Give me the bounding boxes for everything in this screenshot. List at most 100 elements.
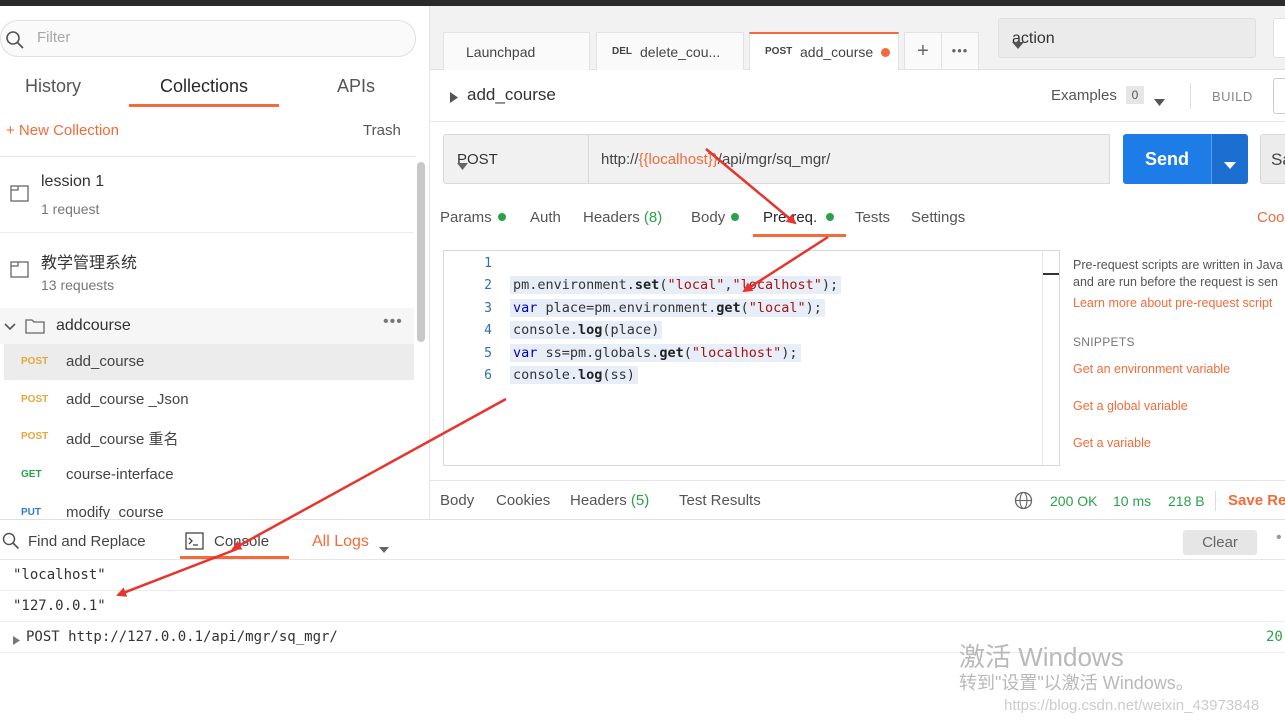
tab-auth[interactable]: Auth <box>530 209 561 226</box>
tab-settings[interactable]: Settings <box>911 209 965 226</box>
tab-tests[interactable]: Tests <box>855 209 890 226</box>
tab-apis[interactable]: APIs <box>337 76 375 97</box>
request-tab-bar: Launchpad DEL delete_cou... POST add_cou… <box>430 6 1285 70</box>
console-tab[interactable]: Console <box>214 533 269 550</box>
more-options-icon[interactable]: ••• <box>383 313 403 331</box>
caret-down-icon[interactable] <box>379 540 389 556</box>
collection-item[interactable]: lession 1 1 request <box>0 157 414 233</box>
search-icon <box>5 30 25 53</box>
tab-test-results[interactable]: Test Results <box>679 492 761 509</box>
request-item[interactable]: GET course-interface <box>4 457 414 493</box>
learn-more-link[interactable]: Learn more about pre-request script <box>1073 296 1272 310</box>
code-line: var ss=pm.globals.get("localhost"); <box>510 344 801 362</box>
trash-button[interactable]: Trash <box>363 122 401 139</box>
new-collection-button[interactable]: + New Collection <box>6 122 119 139</box>
clear-console-button[interactable]: Clear <box>1183 530 1257 555</box>
prerequest-script-editor[interactable]: 1 2 3 4 5 6 pm.environment.set("local","… <box>443 250 1060 466</box>
chevron-down-icon[interactable] <box>4 319 16 335</box>
examples-dropdown[interactable]: Examples <box>1051 87 1117 104</box>
tab-response-headers[interactable]: Headers (5) <box>570 492 649 509</box>
send-options-button[interactable] <box>1211 134 1248 184</box>
snippet-global-variable[interactable]: Get a global variable <box>1073 399 1188 413</box>
filter-input[interactable] <box>37 29 397 46</box>
method-badge: POST <box>21 394 49 405</box>
environment-quick-look-button[interactable] <box>1273 18 1285 58</box>
collection-count: 1 request <box>41 201 100 217</box>
new-tab-button[interactable]: + <box>904 32 942 70</box>
status-code: 200 OK <box>1050 493 1098 509</box>
environment-select[interactable]: action <box>998 18 1256 58</box>
tab-collections[interactable]: Collections <box>160 76 248 97</box>
caret-down-icon[interactable] <box>1154 93 1165 109</box>
tab-label: Launchpad <box>466 44 536 60</box>
collection-count: 13 requests <box>41 277 115 293</box>
request-item[interactable]: POST add_course <box>4 344 414 380</box>
url-text: http://{{localhost}}/api/mgr/sq_mgr/ <box>601 151 831 168</box>
request-item[interactable]: POST add_course 重名 <box>4 419 414 455</box>
log-level-select[interactable]: All Logs <box>312 533 369 551</box>
request-title[interactable]: add_course <box>467 85 556 105</box>
save-label: Sa <box>1271 150 1285 169</box>
more-options-icon[interactable]: • <box>1276 529 1282 547</box>
activation-watermark-text: 转到"设置"以激活 Windows。 <box>959 673 1194 693</box>
tab-response-body[interactable]: Body <box>440 492 474 509</box>
collection-item[interactable]: 教学管理系统 13 requests <box>0 233 414 309</box>
tab-more-button[interactable]: ••• <box>941 32 979 70</box>
caret-down-icon <box>1224 156 1236 172</box>
request-name: add_course _Json <box>66 391 189 408</box>
sidebar-scrollbar[interactable] <box>417 162 425 342</box>
tab-active-indicator <box>129 104 279 107</box>
log-text: "127.0.0.1" <box>13 598 106 614</box>
console-log-row[interactable]: "127.0.0.1" <box>0 591 1285 622</box>
tab-launchpad[interactable]: Launchpad <box>443 32 590 70</box>
log-text: "localhost" <box>13 567 106 583</box>
request-name: add_course <box>66 353 145 370</box>
request-item[interactable]: PUT modify_course <box>4 495 414 519</box>
line-number: 3 <box>484 301 492 316</box>
folder-addcourse[interactable]: addcourse ••• <box>0 308 414 344</box>
line-number: 6 <box>484 368 492 383</box>
tab-active-indicator <box>180 556 289 559</box>
code-line: var place=pm.environment.get("local"); <box>510 299 825 317</box>
url-input[interactable]: http://{{localhost}}/api/mgr/sq_mgr/ <box>588 134 1110 184</box>
line-number: 2 <box>484 278 492 293</box>
console-log-row[interactable]: "localhost" <box>0 560 1285 591</box>
expand-icon[interactable] <box>13 633 20 649</box>
save-button[interactable]: Sa <box>1260 134 1285 184</box>
console-toolbar: Find and Replace Console All Logs Clear … <box>0 519 1285 560</box>
tab-prerequest[interactable]: Pre-req. <box>763 209 835 226</box>
tab-add-course[interactable]: POST add_course <box>749 32 899 70</box>
log-request-text: POST http://127.0.0.1/api/mgr/sq_mgr/ <box>26 629 338 645</box>
find-replace-button[interactable]: Find and Replace <box>28 533 146 550</box>
divider <box>1190 83 1191 109</box>
status-dot-icon <box>497 213 506 221</box>
mode-toggle[interactable] <box>1273 78 1285 114</box>
snippet-variable[interactable]: Get a variable <box>1073 436 1151 450</box>
expand-icon[interactable] <box>450 90 458 106</box>
folder-icon <box>25 317 45 338</box>
send-button[interactable]: Send <box>1123 134 1211 184</box>
request-header: add_course Examples 0 BUILD <box>430 70 1285 122</box>
code-line: console.log(place) <box>510 321 663 339</box>
method-select[interactable]: POST <box>443 134 589 184</box>
filter-box[interactable] <box>0 20 416 57</box>
globe-icon[interactable] <box>1014 491 1033 513</box>
save-response-button[interactable]: Save Res <box>1228 492 1285 509</box>
collection-name: 教学管理系统 <box>41 255 138 272</box>
editor-scroll-thumb[interactable] <box>1043 273 1059 275</box>
status-dot-icon <box>826 213 835 221</box>
snippet-env-variable[interactable]: Get an environment variable <box>1073 362 1230 376</box>
source-watermark: https://blog.csdn.net/weixin_43973848 <box>1004 697 1260 714</box>
tab-response-cookies[interactable]: Cookies <box>496 492 550 509</box>
tab-headers[interactable]: Headers (8) <box>583 209 662 226</box>
cookies-link[interactable]: Coo <box>1257 209 1285 226</box>
build-mode-label[interactable]: BUILD <box>1212 89 1253 104</box>
tab-history[interactable]: History <box>25 76 81 97</box>
request-item[interactable]: POST add_course _Json <box>4 382 414 418</box>
request-name: course-interface <box>66 466 174 483</box>
tab-params[interactable]: Params <box>440 209 506 226</box>
code-line: pm.environment.set("local","localhost"); <box>510 276 842 294</box>
tab-body[interactable]: Body <box>691 209 740 226</box>
code-line: console.log(ss) <box>510 366 638 384</box>
tab-delete-course[interactable]: DEL delete_cou... <box>596 32 744 70</box>
